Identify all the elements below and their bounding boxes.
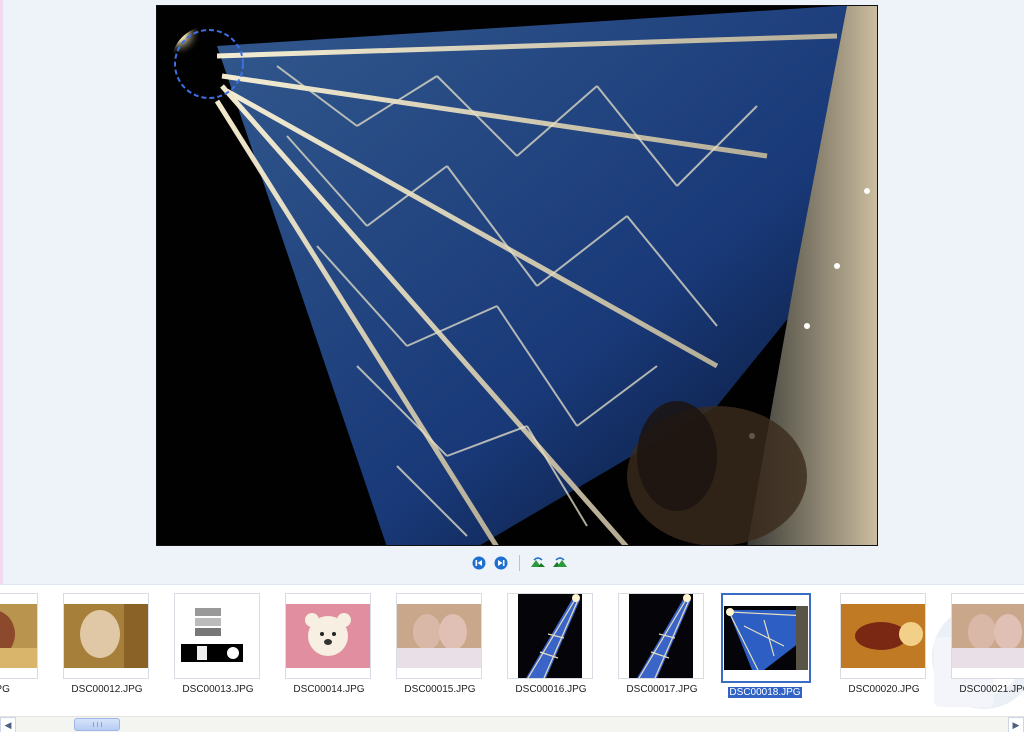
thumbnail-image[interactable] (285, 593, 371, 679)
tower-photo-illustration (157, 6, 877, 545)
thumbnail-caption: DSC00018.JPG (713, 686, 817, 699)
main-photo[interactable] (156, 5, 878, 546)
thumbnail-image[interactable] (721, 593, 811, 683)
thumbnail-image[interactable] (396, 593, 482, 679)
thumbnail-caption: DSC00020.JPG (832, 684, 936, 695)
viewer-toolbar (471, 553, 568, 573)
thumbnail-image[interactable] (0, 593, 38, 679)
previous-image-button[interactable] (471, 555, 487, 571)
thumbnail-item[interactable]: DSC00018.JPG (721, 593, 811, 701)
next-image-button[interactable] (493, 555, 509, 571)
previous-icon (472, 556, 486, 570)
chevron-left-icon: ◀ (4, 719, 12, 730)
thumbnail-label: DSC00013.JPG (182, 684, 254, 695)
thumbnail-label: DSC00017.JPG (626, 684, 698, 695)
rotate-clockwise-button[interactable] (530, 555, 546, 571)
thumbnail-item[interactable]: 1.JPG (0, 593, 40, 701)
thumbnail-image[interactable] (63, 593, 149, 679)
thumbnail-caption: DSC00013.JPG (166, 684, 270, 695)
thumbnail-filmstrip: 1.JPG DSC00012.JPG DSC00013.JPG DSC00014.JP… (0, 584, 1024, 718)
thumbnail-label: 1.JPG (0, 684, 10, 695)
thumbnail-caption: DSC00016.JPG (499, 684, 603, 695)
scrollbar-thumb[interactable] (74, 718, 120, 731)
image-viewer (0, 0, 1024, 584)
thumbnail-label: DSC00020.JPG (848, 684, 920, 695)
rotate-counterclockwise-icon (553, 557, 567, 567)
thumbnail-label: DSC00015.JPG (404, 684, 476, 695)
thumbnail-image[interactable] (840, 593, 926, 679)
rotate-counterclockwise-button[interactable] (552, 555, 568, 571)
thumbnail-caption: DSC00021.JPG (943, 684, 1024, 695)
thumbnail-item[interactable]: DSC00012.JPG (63, 593, 151, 701)
thumbnail-item[interactable]: DSC00017.JPG (618, 593, 706, 701)
thumbnail-label: DSC00018.JPG (727, 686, 803, 699)
thumbnail-image[interactable] (174, 593, 260, 679)
next-icon (494, 556, 508, 570)
thumbnail-image[interactable] (507, 593, 593, 679)
thumbnail-label: DSC00021.JPG (959, 684, 1024, 695)
thumbnail-caption: 1.JPG (0, 684, 48, 695)
chevron-right-icon: ▶ (1012, 719, 1020, 730)
thumbnail-label: DSC00012.JPG (71, 684, 143, 695)
thumbnail-caption: DSC00015.JPG (388, 684, 492, 695)
scroll-left-button[interactable]: ◀ (0, 717, 16, 732)
scroll-right-button[interactable]: ▶ (1008, 717, 1024, 732)
thumbnail-image[interactable] (951, 593, 1024, 679)
horizontal-scrollbar[interactable]: ◀ ▶ (0, 716, 1024, 732)
thumbnail-label: DSC00016.JPG (515, 684, 587, 695)
thumbnail-caption: DSC00017.JPG (610, 684, 714, 695)
thumbnail-caption: DSC00014.JPG (277, 684, 381, 695)
thumbnail-caption: DSC00012.JPG (55, 684, 159, 695)
thumbnail-item[interactable]: DSC00014.JPG (285, 593, 373, 701)
thumbnail-item[interactable]: DSC00016.JPG (507, 593, 595, 701)
thumbnail-image[interactable] (618, 593, 704, 679)
rotate-clockwise-icon (531, 557, 545, 567)
toolbar-separator (519, 555, 520, 571)
grip-icon (92, 722, 102, 727)
thumbnail-item[interactable]: DSC00015.JPG (396, 593, 484, 701)
thumbnail-label: DSC00014.JPG (293, 684, 365, 695)
thumbnail-item[interactable]: DSC00013.JPG (174, 593, 262, 701)
thumbnail-item[interactable]: DSC00020.JPG (840, 593, 928, 701)
thumbnail-item[interactable]: DSC00021.JPG (951, 593, 1024, 701)
